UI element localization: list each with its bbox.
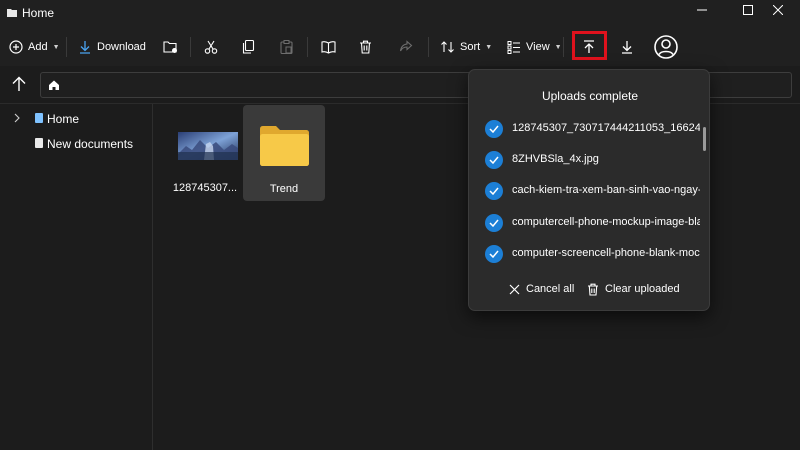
sort-label: Sort xyxy=(460,41,481,53)
close-button[interactable] xyxy=(756,0,800,20)
upload-file-name: 8ZHVBSla_4x.jpg xyxy=(512,153,599,165)
folder-name: Trend xyxy=(269,183,299,195)
folder-icon xyxy=(7,9,17,17)
command-bar: Add ▼ Download Sort ▼ View ▼ xyxy=(0,28,800,66)
sort-icon xyxy=(441,41,454,53)
arrow-up-icon xyxy=(12,76,26,91)
upload-file-name: 128745307_730717444211053_1662488071 xyxy=(512,122,700,134)
document-icon xyxy=(35,138,43,148)
toolbar-divider xyxy=(307,37,308,57)
minimize-icon xyxy=(697,9,707,11)
share-button[interactable] xyxy=(399,32,413,62)
checkmark-icon xyxy=(485,245,503,263)
close-icon xyxy=(509,284,520,294)
download-icon xyxy=(622,41,632,54)
trash-icon xyxy=(360,40,371,54)
flyout-title: Uploads complete xyxy=(541,89,639,103)
nav-item-home[interactable]: Home xyxy=(0,108,153,130)
upload-file-name: computercell-phone-mockup-image-blank xyxy=(512,216,700,228)
cancel-all-label: Cancel all xyxy=(526,283,575,295)
share-icon xyxy=(399,40,413,52)
trash-icon xyxy=(588,283,598,296)
file-item[interactable]: 128745307... xyxy=(164,104,246,200)
new-folder-button[interactable] xyxy=(163,32,178,62)
image-thumbnail xyxy=(178,132,238,160)
view-label: View xyxy=(526,41,550,53)
cut-button[interactable] xyxy=(204,32,218,62)
copy-button[interactable] xyxy=(242,32,255,62)
checkmark-icon xyxy=(485,214,503,232)
download-icon-button[interactable] xyxy=(620,32,634,62)
nav-item-label: New documents xyxy=(47,137,134,151)
nav-item-new-documents[interactable]: New documents xyxy=(0,133,153,155)
upload-item[interactable]: 8ZHVBSla_4x.jpg xyxy=(469,145,701,175)
close-icon xyxy=(773,5,783,15)
upload-item[interactable]: 128745307_730717444211053_1662488071 xyxy=(469,114,701,144)
download-arrow-icon xyxy=(80,41,90,54)
upload-item[interactable]: computercell-phone-mockup-image-blank xyxy=(469,208,701,238)
open-book-icon xyxy=(321,41,336,54)
sort-button[interactable]: Sort ▼ xyxy=(440,32,492,62)
cancel-all-button[interactable]: Cancel all xyxy=(509,278,574,300)
chevron-down-icon: ▼ xyxy=(554,43,562,51)
home-doc-icon xyxy=(35,113,43,123)
upload-item[interactable]: cach-kiem-tra-xem-ban-sinh-vao-ngay-the xyxy=(469,176,701,206)
checkmark-icon xyxy=(485,182,503,200)
delete-button[interactable] xyxy=(359,32,372,62)
title-bar: Home xyxy=(0,0,800,28)
toolbar-divider xyxy=(563,37,564,57)
file-name: 128745307... xyxy=(172,182,238,194)
add-button[interactable]: Add ▼ xyxy=(9,32,60,62)
window-title: Home xyxy=(22,6,55,20)
paste-icon xyxy=(280,40,293,54)
folder-icon xyxy=(260,126,309,166)
uploads-flyout: Uploads complete 128745307_7307174442110… xyxy=(468,69,710,311)
toolbar-divider xyxy=(190,37,191,57)
folder-item-trend[interactable]: Trend xyxy=(243,105,325,201)
chevron-down-icon: ▼ xyxy=(52,43,60,51)
open-book-button[interactable] xyxy=(321,32,336,62)
scissors-icon xyxy=(204,40,218,54)
upload-button-highlight xyxy=(572,31,607,60)
chevron-down-icon: ▼ xyxy=(485,43,493,51)
view-button[interactable]: View ▼ xyxy=(507,32,562,62)
navigation-pane: Home New documents xyxy=(0,104,153,450)
nav-item-label: Home xyxy=(47,112,80,126)
download-label: Download xyxy=(97,41,146,53)
new-folder-icon xyxy=(163,41,177,53)
add-circle-icon xyxy=(9,40,23,54)
view-list-icon xyxy=(507,41,520,54)
maximize-icon xyxy=(743,5,753,15)
upload-file-name: computer-screencell-phone-blank-mockup xyxy=(512,247,700,259)
user-avatar-icon xyxy=(654,35,678,59)
toolbar-divider xyxy=(66,37,67,57)
clear-uploaded-label: Clear uploaded xyxy=(605,283,680,295)
up-button[interactable] xyxy=(10,75,30,95)
paste-button[interactable] xyxy=(280,32,293,62)
account-button[interactable] xyxy=(654,32,678,62)
flyout-actions: Cancel all Clear uploaded xyxy=(469,278,709,300)
upload-file-name: cach-kiem-tra-xem-ban-sinh-vao-ngay-the xyxy=(512,184,700,196)
flyout-scrollbar[interactable] xyxy=(703,127,706,151)
checkmark-icon xyxy=(485,151,503,169)
clear-uploaded-button[interactable]: Clear uploaded xyxy=(587,278,680,300)
home-icon xyxy=(49,80,59,90)
copy-icon xyxy=(242,40,255,54)
toolbar-divider xyxy=(428,37,429,57)
upload-item[interactable]: computer-screencell-phone-blank-mockup xyxy=(469,239,701,269)
add-label: Add xyxy=(28,41,48,53)
checkmark-icon xyxy=(485,120,503,138)
download-button[interactable]: Download xyxy=(78,32,146,62)
minimize-button[interactable] xyxy=(680,0,724,20)
chevron-right-icon[interactable] xyxy=(13,113,21,123)
